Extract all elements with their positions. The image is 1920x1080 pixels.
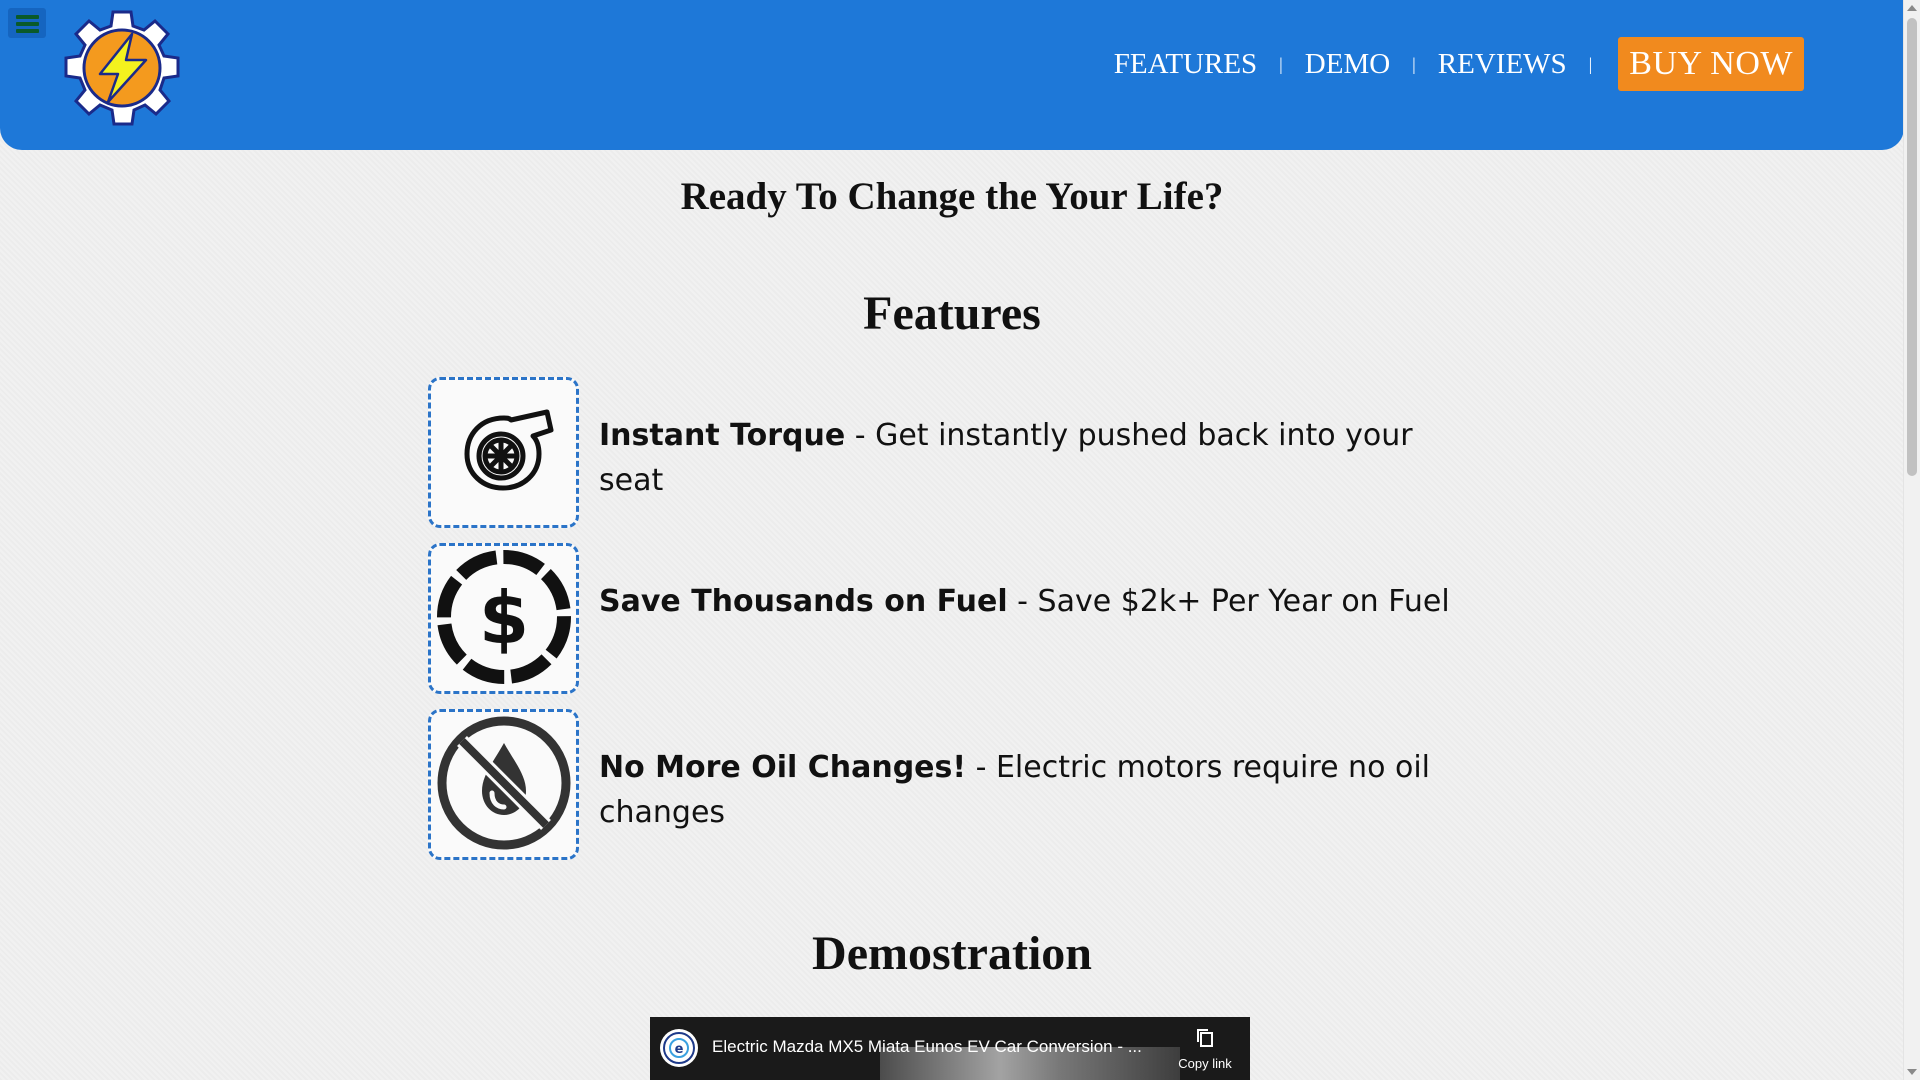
svg-text:$: $	[478, 576, 528, 660]
feature-heading: Save Thousands on Fuel	[599, 584, 1008, 619]
feature-description: Save $2k+ Per Year on Fuel	[1037, 584, 1450, 619]
site-header: FEATURES | DEMO | REVIEWS | BUY NOW	[0, 0, 1904, 150]
video-embed[interactable]: e Electric Mazda MX5 Miata Eunos EV Car …	[650, 1017, 1250, 1080]
feature-text: No More Oil Changes! - Electric motors r…	[599, 745, 1469, 835]
copy-link-label: Copy link	[1178, 1056, 1232, 1071]
copy-icon	[1170, 1027, 1240, 1052]
no-oil-icon	[436, 715, 572, 855]
channel-avatar-icon[interactable]: e	[660, 1029, 698, 1067]
nav-separator: |	[1412, 53, 1416, 74]
menu-bar	[16, 29, 39, 33]
feature-item: Instant Torque - Get instantly pushed ba…	[428, 377, 1488, 533]
nav-separator: |	[1588, 53, 1593, 74]
hero-title: Ready To Change the Your Life?	[680, 175, 1224, 218]
feature-heading: No More Oil Changes!	[599, 750, 967, 785]
demo-title: Demostration	[812, 927, 1092, 980]
scroll-up-arrow-icon[interactable]	[1907, 5, 1917, 11]
dollar-coin-icon: $	[436, 549, 572, 689]
nav-demo-link[interactable]: DEMO	[1305, 48, 1390, 81]
main-nav: FEATURES | DEMO | REVIEWS | BUY NOW	[1114, 34, 1804, 94]
hamburger-menu-button[interactable]	[8, 8, 46, 38]
feature-item: $ Save Thousands on Fuel - Save $2k+ Per…	[428, 543, 1488, 699]
feature-icon-box	[428, 709, 579, 860]
nav-features-link[interactable]: FEATURES	[1114, 48, 1257, 81]
vertical-scrollbar[interactable]	[1903, 0, 1920, 1080]
turbocharger-icon	[449, 396, 559, 510]
feature-icon-box	[428, 377, 579, 528]
copy-link-button[interactable]: Copy link	[1170, 1027, 1240, 1071]
scroll-down-arrow-icon[interactable]	[1907, 1069, 1917, 1075]
feature-text: Save Thousands on Fuel - Save $2k+ Per Y…	[599, 579, 1469, 624]
video-title[interactable]: Electric Mazda MX5 Miata Eunos EV Car Co…	[712, 1037, 1152, 1057]
gear-lightning-logo-icon[interactable]	[58, 4, 186, 132]
nav-reviews-link[interactable]: REVIEWS	[1438, 48, 1567, 81]
feature-separator: -	[845, 418, 876, 453]
feature-heading: Instant Torque	[599, 418, 846, 453]
feature-icon-box: $	[428, 543, 579, 694]
buy-now-button[interactable]: BUY NOW	[1618, 37, 1804, 91]
feature-separator: -	[966, 750, 996, 785]
nav-separator: |	[1279, 53, 1283, 74]
feature-item: No More Oil Changes! - Electric motors r…	[428, 709, 1488, 865]
svg-text:e: e	[675, 1042, 684, 1057]
feature-text: Instant Torque - Get instantly pushed ba…	[599, 413, 1469, 503]
scrollbar-thumb[interactable]	[1907, 18, 1917, 476]
menu-bar	[16, 22, 39, 26]
feature-separator: -	[1007, 584, 1038, 619]
menu-bar	[16, 15, 39, 19]
features-title: Features	[863, 287, 1041, 340]
